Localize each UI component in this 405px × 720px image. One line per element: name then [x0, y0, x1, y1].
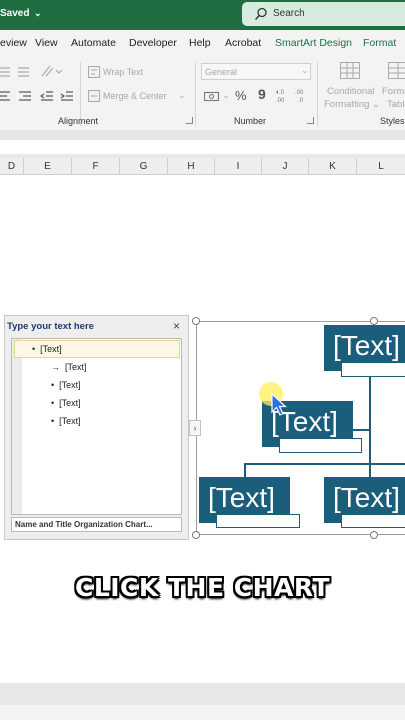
number-launcher-icon[interactable] — [307, 117, 314, 124]
text-pane-toggle[interactable]: › — [189, 420, 201, 436]
increase-decimal-icon[interactable]: .0.00 — [275, 88, 291, 104]
group-label-styles: Styles — [380, 116, 405, 126]
conditional-formatting-label: Formatting ⌄ — [324, 99, 381, 110]
alignment-launcher-icon[interactable] — [186, 117, 193, 124]
tab-acrobat[interactable]: Acrobat — [225, 37, 261, 49]
search-placeholder: Search — [273, 8, 305, 19]
ribbon-divider — [0, 130, 405, 140]
chevron-down-icon: ⌄ — [31, 8, 42, 18]
merge-center-button[interactable]: Merge & Center — [103, 91, 167, 101]
column-header[interactable]: D — [0, 158, 24, 175]
ribbon-separator — [195, 62, 196, 126]
org-node-title-box[interactable] — [341, 362, 405, 377]
tab-view[interactable]: View — [35, 37, 58, 49]
svg-text:.00: .00 — [295, 90, 304, 96]
connector-line — [369, 370, 371, 478]
list-item[interactable]: • [Text] — [51, 416, 81, 426]
column-header[interactable]: J — [262, 158, 309, 175]
list-item[interactable]: → [Text] — [51, 362, 87, 372]
status-bar — [0, 705, 405, 720]
saved-status-label: Saved — [0, 8, 30, 19]
search-icon — [255, 7, 267, 20]
column-header[interactable]: E — [24, 158, 72, 175]
resize-handle[interactable] — [192, 317, 200, 325]
resize-handle[interactable] — [370, 531, 378, 539]
org-node-title-box[interactable] — [341, 514, 405, 528]
accounting-format-icon[interactable] — [204, 90, 220, 102]
conditional-formatting-icon — [340, 62, 360, 79]
chevron-down-icon: ⌄ — [301, 65, 309, 75]
resize-handle[interactable] — [370, 317, 378, 325]
list-item[interactable]: • [Text] — [32, 344, 62, 354]
comma-style-icon[interactable]: 9 — [258, 86, 266, 102]
column-header[interactable]: H — [168, 158, 215, 175]
connector-line — [244, 463, 246, 478]
svg-text:.0: .0 — [279, 90, 285, 96]
text-pane-title: Type your text here — [7, 321, 94, 332]
orientation-icon[interactable] — [40, 64, 64, 78]
chevron-down-icon[interactable]: ⌄ — [222, 90, 230, 101]
tab-review[interactable]: eview — [0, 37, 27, 49]
org-node-title-box[interactable] — [216, 514, 300, 528]
decrease-decimal-icon[interactable]: .00.0 — [294, 88, 310, 104]
merge-center-icon — [88, 90, 100, 102]
align-top-icon[interactable] — [0, 66, 12, 78]
text-pane-list[interactable] — [11, 338, 182, 515]
column-header[interactable]: I — [215, 158, 262, 175]
connector-line — [244, 463, 405, 465]
format-as-table-button[interactable]: Forma — [382, 86, 405, 97]
format-as-table-label: Table — [387, 99, 405, 110]
align-right-icon[interactable] — [18, 90, 32, 102]
wrap-text-button[interactable]: Wrap Text — [103, 67, 143, 77]
conditional-formatting-button[interactable]: Conditional — [327, 86, 375, 97]
align-middle-icon[interactable] — [17, 66, 31, 78]
sheet-tab-bar — [0, 683, 405, 705]
format-as-table-icon — [388, 62, 405, 79]
column-header[interactable]: F — [72, 158, 120, 175]
mouse-cursor-icon — [271, 393, 287, 416]
column-header[interactable]: K — [309, 158, 357, 175]
percent-style-icon[interactable]: % — [235, 88, 247, 103]
close-icon[interactable]: × — [173, 319, 180, 333]
tab-automate[interactable]: Automate — [71, 37, 116, 49]
saved-status[interactable]: Saved ⌄ — [0, 8, 42, 19]
tab-help[interactable]: Help — [189, 37, 211, 49]
increase-indent-icon[interactable] — [60, 90, 74, 102]
svg-text:.0: .0 — [298, 98, 304, 104]
group-label-number: Number — [234, 116, 267, 126]
ribbon-separator — [317, 62, 318, 126]
resize-handle[interactable] — [192, 531, 200, 539]
tab-smartart-design[interactable]: SmartArt Design — [275, 37, 352, 49]
list-item[interactable]: • [Text] — [51, 398, 81, 408]
align-left-icon[interactable] — [0, 90, 12, 102]
text-pane-footer: Name and Title Organization Chart... — [11, 517, 182, 532]
tab-developer[interactable]: Developer — [129, 37, 177, 49]
list-item[interactable]: • [Text] — [51, 380, 81, 390]
group-label-alignment: Alignment — [58, 116, 99, 126]
org-node-title-box[interactable] — [279, 438, 362, 453]
formula-bar-area — [0, 140, 405, 154]
video-caption: CLICK THE CHART — [74, 573, 331, 602]
column-header[interactable]: G — [120, 158, 168, 175]
text-pane-gutter — [12, 339, 22, 514]
wrap-text-icon — [88, 66, 100, 78]
connector-line — [353, 429, 370, 431]
number-format-value: General — [205, 67, 238, 77]
chevron-down-icon[interactable]: ⌄ — [178, 90, 186, 101]
column-header[interactable]: L — [357, 158, 405, 175]
tab-format[interactable]: Format — [363, 37, 396, 49]
decrease-indent-icon[interactable] — [40, 90, 54, 102]
svg-text:.00: .00 — [276, 98, 285, 104]
